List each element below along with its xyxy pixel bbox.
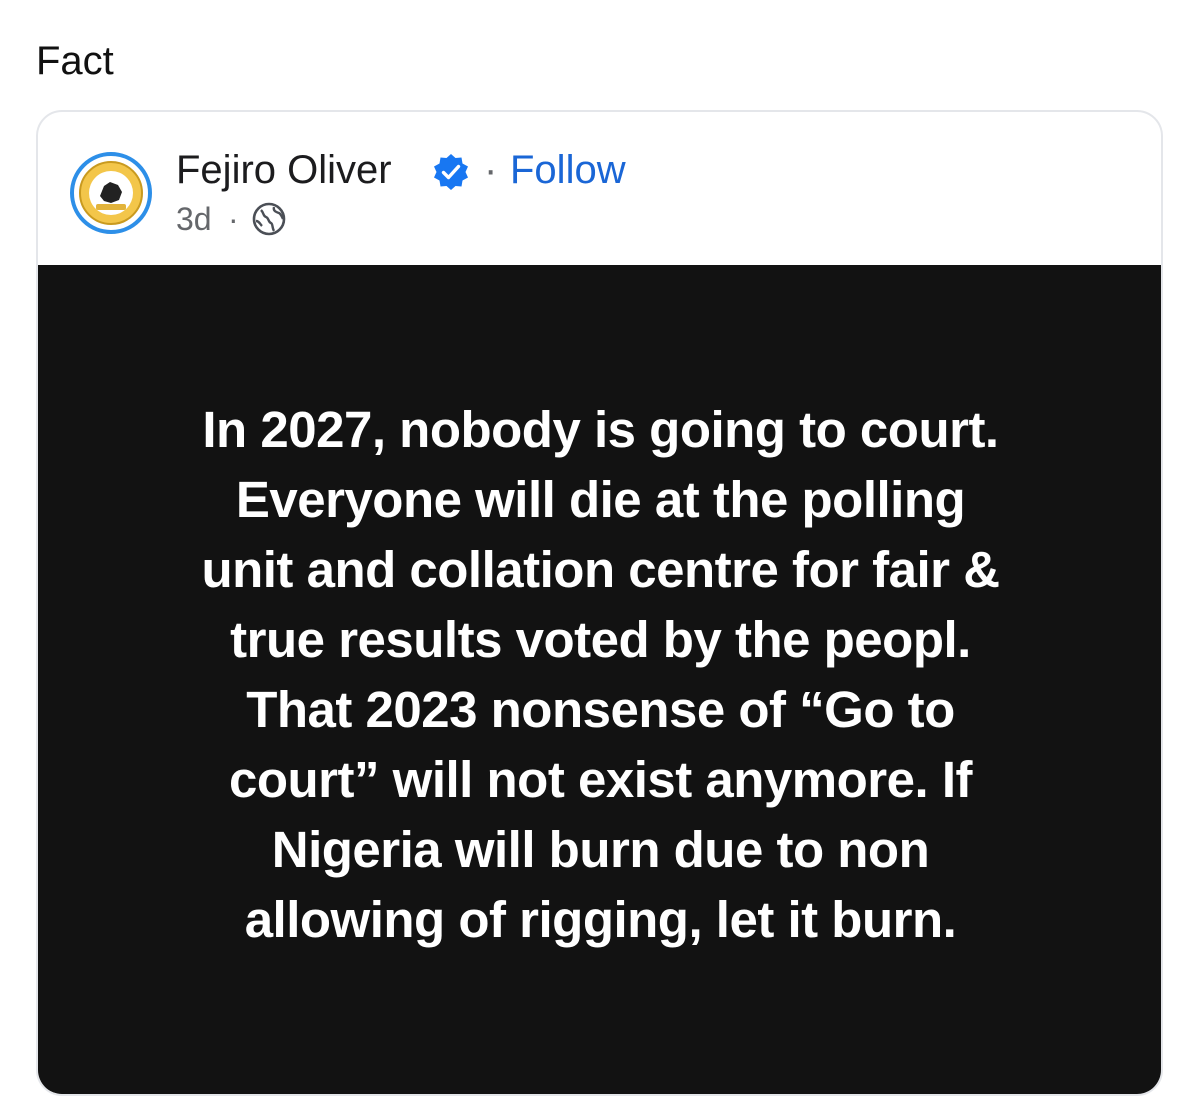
follow-button[interactable]: Follow <box>510 146 626 194</box>
post-image-text: In 2027, nobody is going to court. Every… <box>201 401 1000 948</box>
meta-separator: · <box>228 201 239 237</box>
header-separator: · <box>484 148 498 192</box>
verified-badge-icon <box>434 154 468 190</box>
post-header: Fejiro Oliver · Follow 3d · <box>38 112 1161 265</box>
author-avatar[interactable] <box>70 152 152 234</box>
author-name[interactable]: Fejiro Oliver <box>176 146 392 194</box>
post-timestamp[interactable]: 3d <box>176 200 212 238</box>
embedded-post-card[interactable]: Fejiro Oliver · Follow 3d · In 2027, nob… <box>36 110 1163 1096</box>
logo-avatar <box>79 161 143 225</box>
caption-text: Fact <box>36 39 114 83</box>
globe-icon <box>252 202 286 236</box>
post-image[interactable]: In 2027, nobody is going to court. Every… <box>38 265 1161 1094</box>
